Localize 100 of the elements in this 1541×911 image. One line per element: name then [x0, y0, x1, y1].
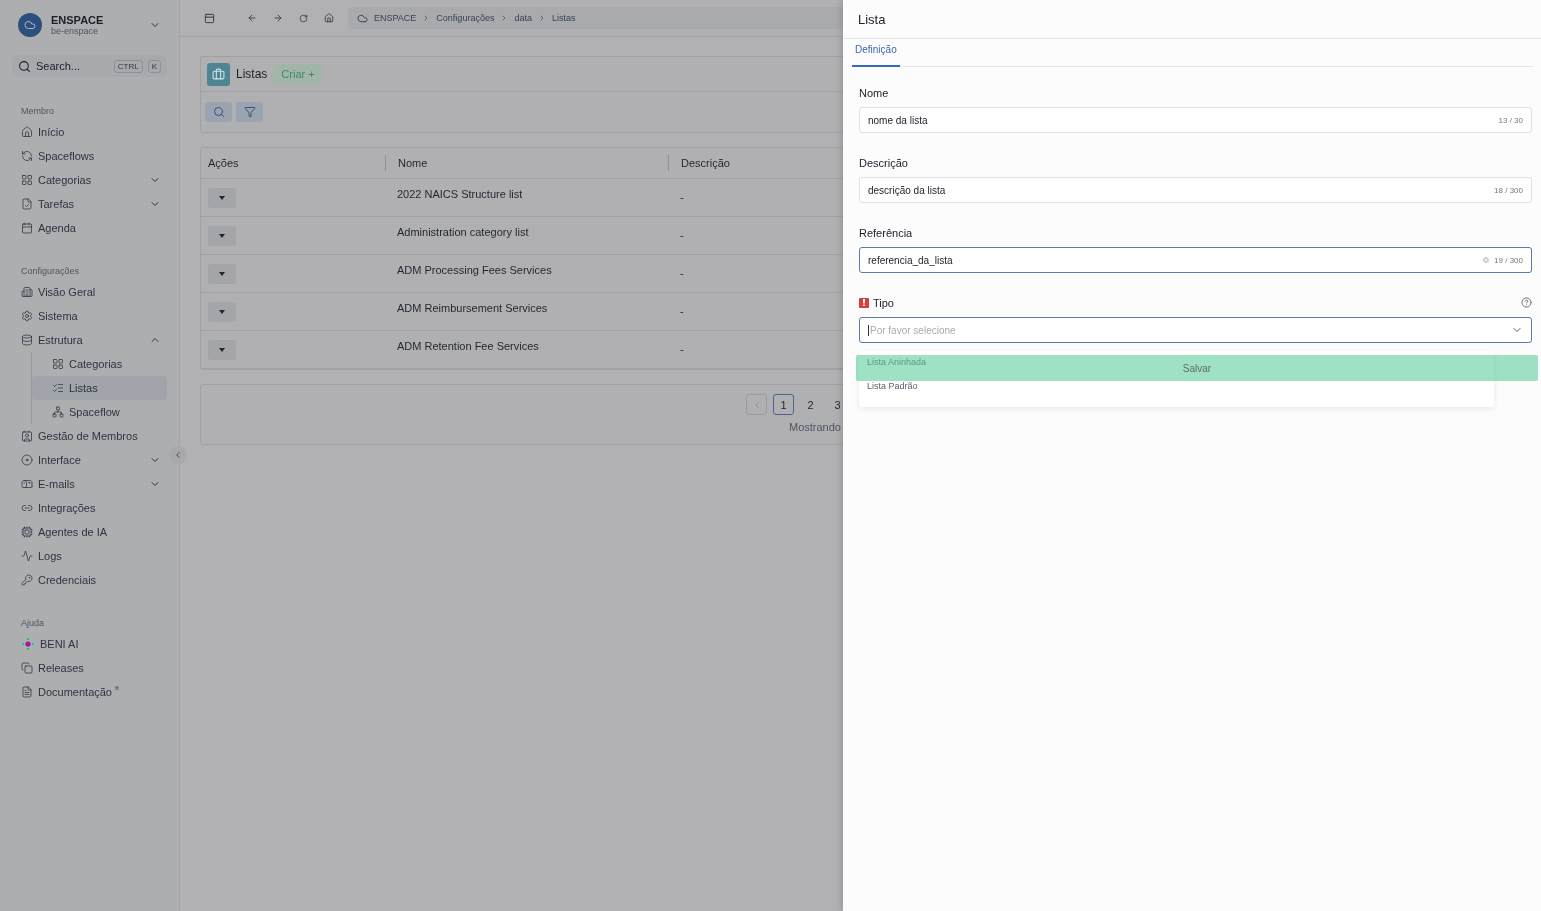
cycle-icon	[21, 150, 33, 162]
input-field[interactable]: descrição da lista 18 / 300	[859, 177, 1532, 203]
home-icon	[21, 126, 33, 138]
reload-icon[interactable]	[299, 13, 308, 23]
table-cell-text: -	[679, 342, 685, 355]
table-cell-text: 2022 NAICS Structure list	[396, 187, 524, 200]
row-actions-button[interactable]	[208, 187, 236, 208]
filter-icon	[243, 106, 256, 118]
page-title: Listas	[236, 67, 268, 81]
sidebar-item[interactable]: Credenciais	[12, 568, 167, 592]
layout-icon[interactable]	[204, 12, 215, 24]
sidebar-item[interactable]: BENI AI	[12, 632, 167, 656]
search-icon	[18, 59, 31, 73]
clear-icon[interactable]	[1482, 256, 1491, 264]
sidebar-item[interactable]: E-mails	[12, 472, 167, 496]
table-cell-text: -	[679, 228, 685, 241]
table-cell-text: -	[679, 304, 685, 317]
page-button[interactable]: 2	[800, 394, 821, 415]
page-button[interactable]: 3	[827, 394, 843, 415]
mailbox-icon	[21, 478, 33, 490]
sidebar-item[interactable]: Início	[12, 120, 167, 144]
breadcrumb-link[interactable]: ENSPACE	[374, 13, 417, 23]
sidebar-item[interactable]: Documentação	[12, 680, 167, 704]
sidebar-item[interactable]: Categorias	[12, 168, 167, 192]
character-counter: 18 / 300	[1494, 185, 1523, 195]
workspace-subtitle: be-enspace	[51, 26, 100, 36]
ai-icon	[21, 637, 35, 651]
search-button[interactable]	[205, 102, 232, 122]
chip-icon	[21, 526, 33, 538]
input-field[interactable]: nome da lista 13 / 30	[859, 107, 1532, 133]
help-icon[interactable]	[1521, 297, 1532, 308]
briefcase-icon	[212, 67, 225, 81]
caret-icon	[219, 233, 225, 238]
sidebar-item[interactable]: Logs	[12, 544, 167, 568]
caret-icon	[219, 347, 225, 352]
caret-icon	[219, 271, 225, 276]
field-label: Tipo	[873, 296, 894, 309]
sidebar-item[interactable]: Interface	[12, 448, 167, 472]
workspace-avatar[interactable]	[18, 13, 42, 37]
sidebar-item[interactable]: Sistema	[12, 304, 167, 328]
previous-page-button[interactable]	[746, 394, 767, 415]
sidebar-item[interactable]: Tarefas	[12, 192, 167, 216]
field-label: Referência	[859, 225, 914, 240]
filter-button[interactable]	[236, 102, 263, 122]
pagination-summary: Mostrando	[789, 421, 841, 433]
sidebar-item[interactable]: Gestão de Membros	[12, 424, 167, 448]
breadcrumb-link[interactable]: Listas	[551, 13, 576, 23]
table-cell-text: -	[679, 190, 685, 203]
field-label: Nome	[859, 85, 890, 100]
page-button[interactable]: 1	[773, 394, 794, 415]
workspace-name: ENSPACE	[51, 14, 105, 26]
caret-icon	[219, 309, 225, 314]
sidebar-item[interactable]: Listas	[32, 376, 167, 400]
table-cell-text: Administration category list	[396, 225, 530, 238]
tab[interactable]: Definição	[852, 39, 900, 67]
link-icon	[21, 502, 33, 514]
row-actions-button[interactable]	[208, 339, 236, 360]
column-header: Ações	[207, 156, 240, 171]
section-title: Ajuda	[21, 618, 46, 628]
grid-icon	[52, 358, 64, 370]
sidebar-item[interactable]: Spaceflows	[12, 144, 167, 168]
sidebar-item[interactable]: Agenda	[12, 216, 167, 240]
collapse-button[interactable]	[169, 446, 187, 464]
row-actions-button[interactable]	[208, 263, 236, 284]
sidebar-item[interactable]: Categorias	[32, 352, 167, 376]
activity-icon	[21, 550, 33, 562]
document-icon	[21, 198, 33, 210]
cloud-icon	[24, 19, 36, 31]
forward-icon[interactable]	[273, 13, 283, 23]
shortcut-key: K	[147, 59, 161, 73]
home-icon[interactable]	[324, 13, 334, 23]
sidebar-item[interactable]: Visão Geral	[12, 280, 167, 304]
sidebar-item[interactable]: Releases	[12, 656, 167, 680]
input-field[interactable]: referencia_da_lista 19 / 300	[859, 247, 1532, 273]
caret-icon	[219, 195, 225, 200]
back-icon[interactable]	[247, 13, 257, 23]
breadcrumb-link[interactable]: data	[514, 13, 532, 23]
contact-icon	[21, 430, 33, 442]
character-counter: 13 / 30	[1498, 115, 1523, 125]
row-actions-button[interactable]	[208, 301, 236, 322]
network-icon	[52, 406, 64, 418]
sidebar-item[interactable]: Integrações	[12, 496, 167, 520]
field-label: Descrição	[859, 155, 909, 170]
column-header: Nome	[385, 155, 668, 171]
sidebar-item[interactable]: Agentes de IA	[12, 520, 167, 544]
dropdown-option[interactable]: Lista Padrão	[867, 381, 918, 398]
document-icon	[21, 686, 33, 698]
table-cell-text: ADM Reimbursement Services	[396, 301, 549, 314]
breadcrumb-link[interactable]: Configurações	[436, 13, 495, 23]
sidebar-item[interactable]: Estrutura	[12, 328, 167, 352]
search-field[interactable]: Search... CTRL K	[12, 55, 167, 77]
settings-icon	[21, 310, 33, 322]
section-title: Configurações	[21, 266, 81, 276]
sidebar-item[interactable]: Spaceflow	[32, 400, 167, 424]
calendar-icon	[21, 222, 33, 234]
row-actions-button[interactable]	[208, 225, 236, 246]
drawer-title: Lista	[843, 0, 1541, 39]
building-icon	[21, 286, 33, 298]
cloud-icon	[357, 12, 368, 24]
table-cell-text: -	[679, 266, 685, 279]
